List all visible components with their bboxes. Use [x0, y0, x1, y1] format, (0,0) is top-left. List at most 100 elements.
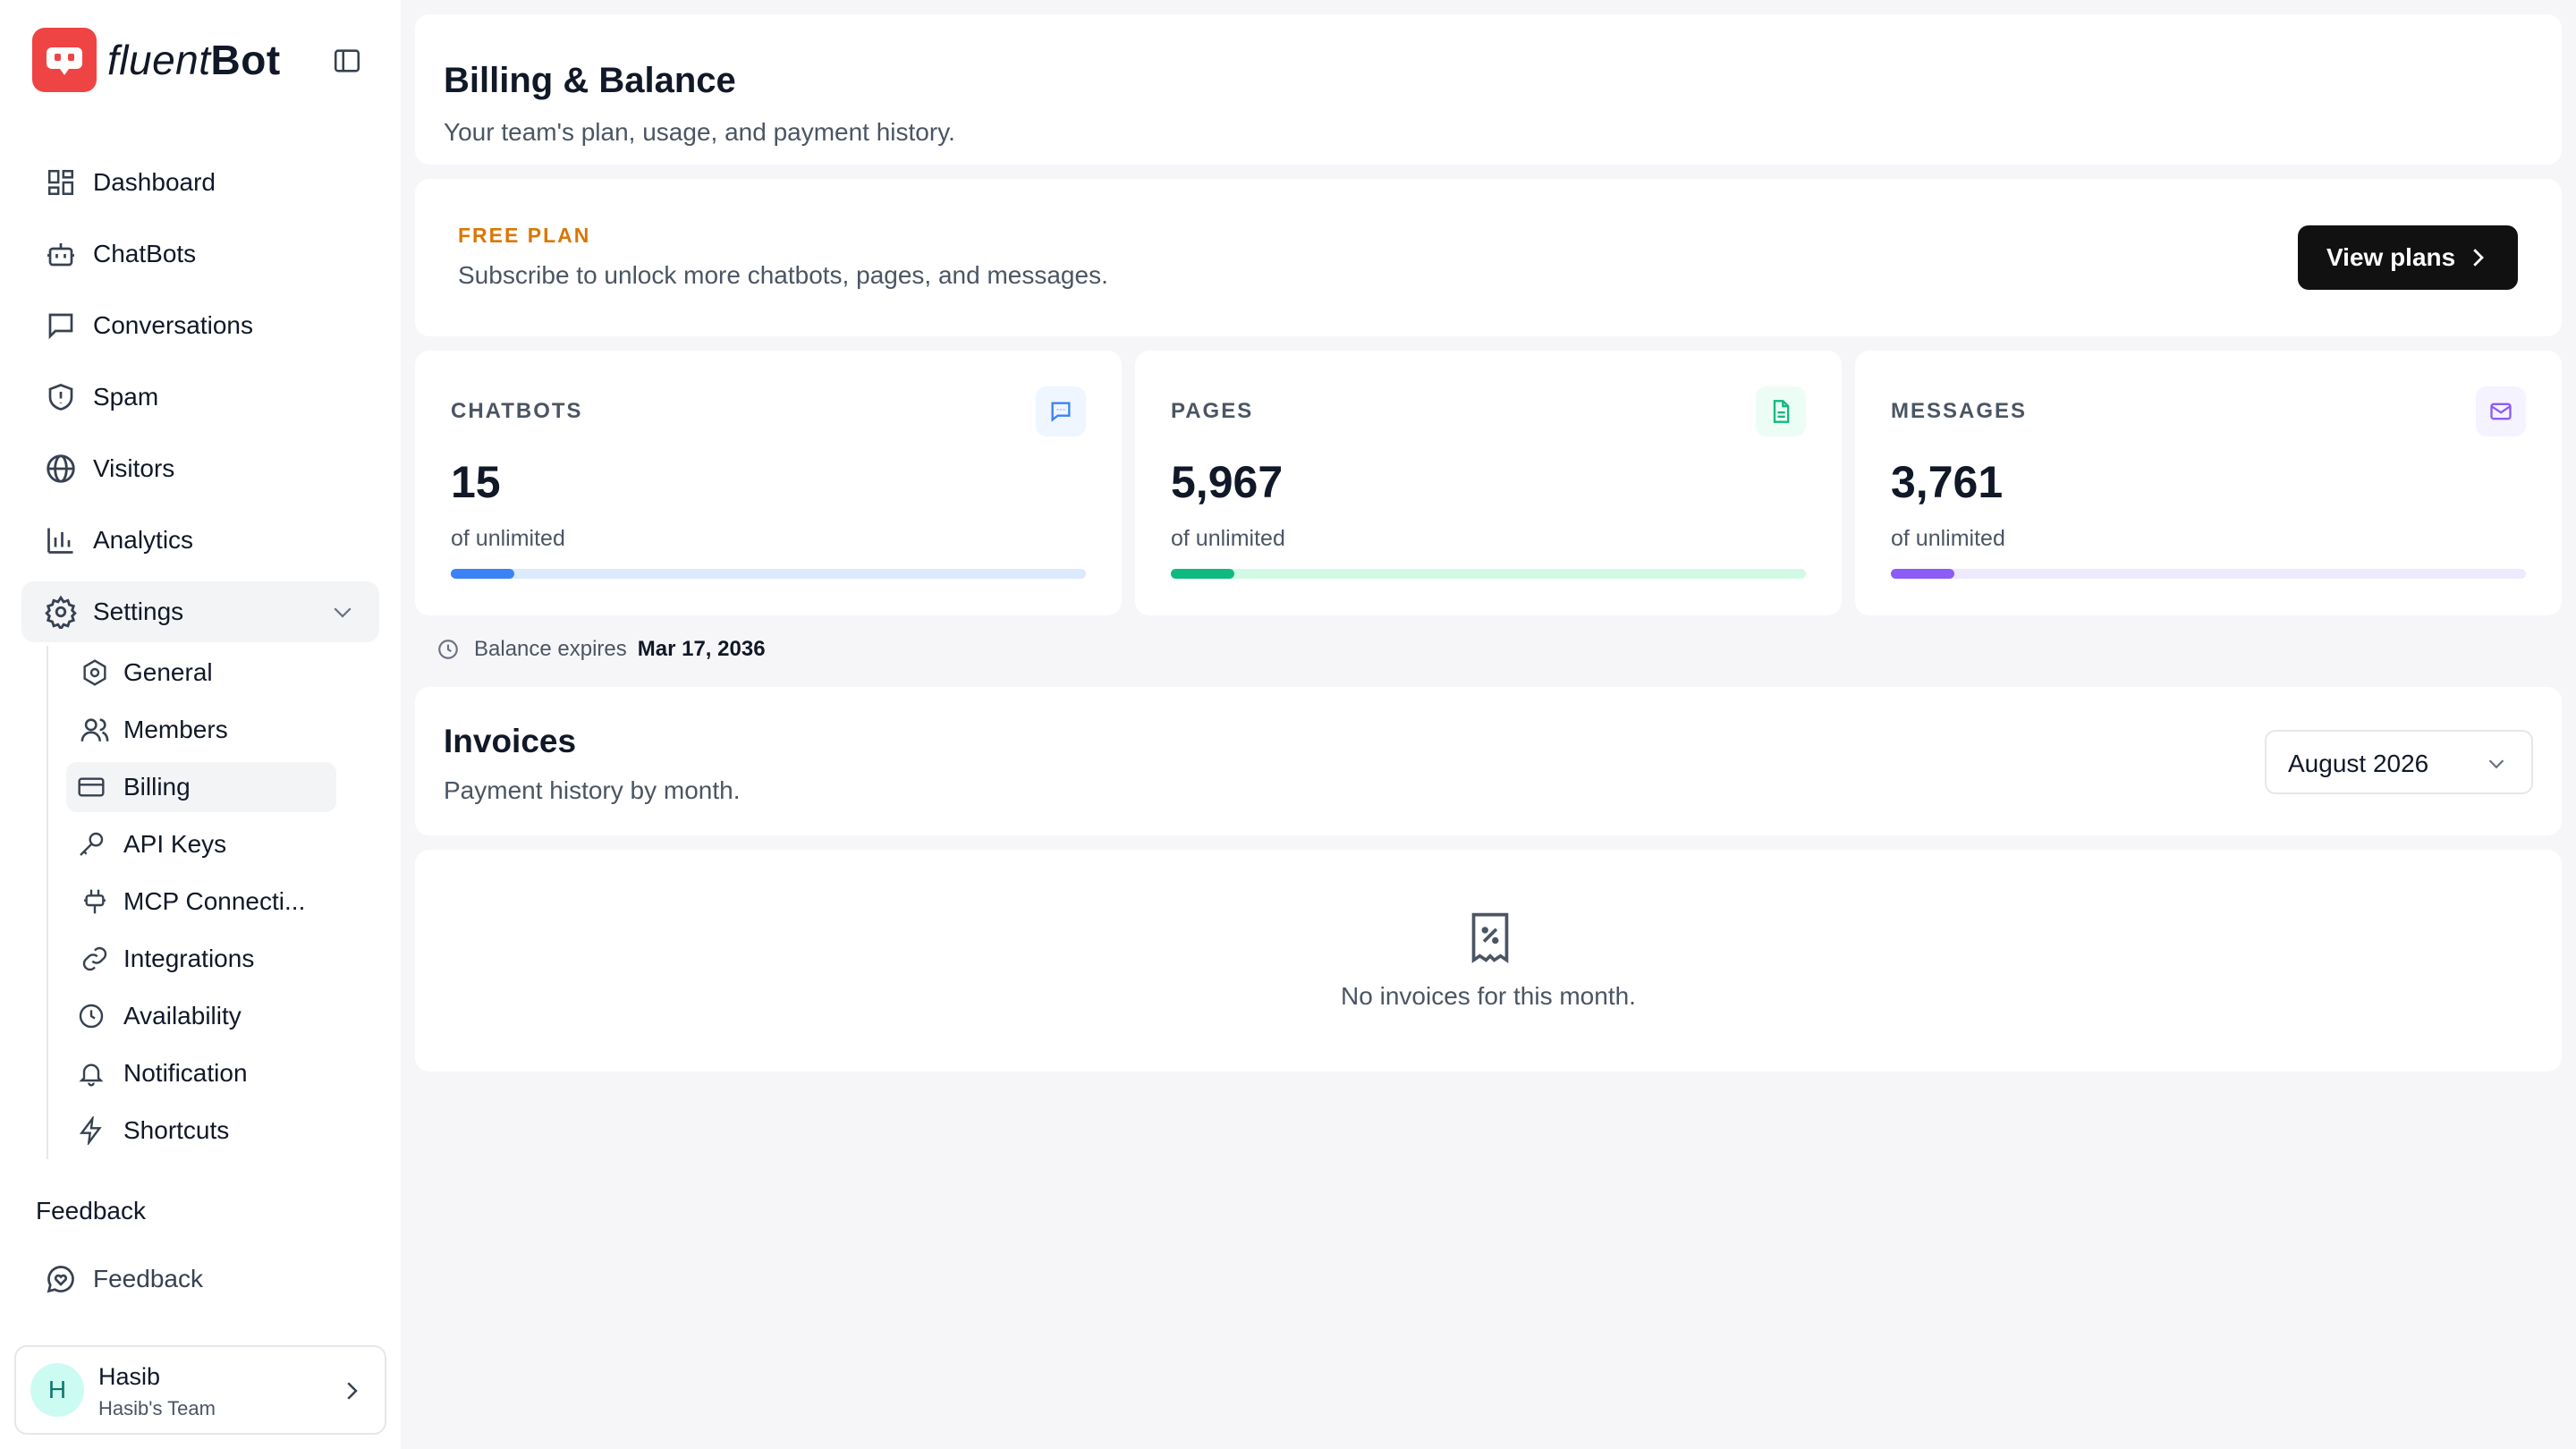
sidebar-item-label: Members — [123, 716, 228, 743]
hex-settings-icon — [79, 657, 111, 689]
plan-tag: FREE PLAN — [458, 224, 591, 247]
sidebar-item-label: Integrations — [123, 945, 255, 972]
nav-item-feedback[interactable]: Feedback — [21, 1249, 379, 1309]
sidebar-item-label: Availability — [123, 1002, 242, 1030]
sidebar-item-members[interactable]: Members — [66, 705, 336, 755]
nav-label: Analytics — [93, 526, 194, 554]
chat-bubble-icon — [43, 308, 79, 343]
stat-progress-track — [1891, 569, 2526, 579]
receipt-icon — [1465, 911, 1515, 964]
sidebar-item-availability[interactable]: Availability — [66, 991, 336, 1041]
nav-label: ChatBots — [93, 240, 197, 267]
settings-subnav-rail — [47, 646, 48, 1159]
sidebar-item-shortcuts[interactable]: Shortcuts — [66, 1106, 336, 1156]
feedback-section-title: Feedback — [36, 1197, 146, 1224]
nav-item-settings[interactable]: Settings — [21, 581, 379, 642]
gear-icon — [43, 594, 79, 630]
bell-icon — [75, 1057, 107, 1089]
stat-card-messages: MESSAGES 3,761 of unlimited — [1855, 351, 2562, 615]
view-plans-label: View plans — [2326, 243, 2456, 271]
brand-name-light: fluent — [107, 37, 211, 83]
sidebar-item-label: Billing — [123, 773, 191, 801]
stat-sub: of unlimited — [1171, 526, 1285, 551]
nav-item-conversations[interactable]: Conversations — [21, 295, 379, 356]
stat-label: MESSAGES — [1891, 399, 2028, 423]
balance-expiry-date: Mar 17, 2036 — [637, 637, 766, 661]
sidebar-item-mcp-connections[interactable]: MCP Connecti... — [66, 877, 336, 927]
stat-value: 3,761 — [1891, 457, 2004, 507]
clock-icon — [75, 1000, 107, 1032]
users-icon — [79, 714, 111, 746]
sidebar-item-api-keys[interactable]: API Keys — [66, 819, 336, 869]
sidebar-item-label: MCP Connecti... — [123, 887, 306, 915]
sidebar-item-integrations[interactable]: Integrations — [66, 934, 336, 984]
sidebar-item-label: Shortcuts — [123, 1116, 230, 1144]
nav-item-dashboard[interactable]: Dashboard — [21, 152, 379, 213]
stat-progress-fill — [1891, 569, 1954, 579]
avatar: H — [30, 1363, 84, 1417]
page-subtitle: Your team's plan, usage, and payment his… — [444, 118, 955, 146]
brand-name-bold: Bot — [210, 37, 281, 83]
page-header: Billing & Balance Your team's plan, usag… — [415, 14, 2562, 165]
chevron-down-icon — [329, 598, 356, 625]
bolt-icon — [75, 1114, 107, 1147]
month-select[interactable]: August 2026 — [2265, 730, 2533, 794]
invoices-title: Invoices — [444, 723, 577, 759]
nav-item-visitors[interactable]: Visitors — [21, 438, 379, 499]
balance-expiry: Balance expires Mar 17, 2036 — [436, 637, 766, 662]
stat-progress-fill — [451, 569, 514, 579]
empty-state-text: No invoices for this month. — [1341, 982, 1636, 1010]
sidebar-item-notification[interactable]: Notification — [66, 1048, 336, 1098]
sidebar-item-billing[interactable]: Billing — [66, 762, 336, 812]
sidebar: fluentBot Dashboard ChatBots Conversatio… — [0, 0, 401, 1449]
stat-progress-fill — [1171, 569, 1234, 579]
globe-icon — [43, 451, 79, 487]
brand-name: fluentBot — [107, 36, 281, 84]
page-title: Billing & Balance — [444, 61, 736, 100]
nav-item-spam[interactable]: Spam — [21, 367, 379, 428]
brand[interactable]: fluentBot — [32, 28, 281, 92]
view-plans-button[interactable]: View plans — [2298, 225, 2518, 290]
chevron-right-icon — [2464, 244, 2491, 271]
sidebar-item-label: General — [123, 658, 213, 686]
clock-icon — [436, 638, 460, 661]
dashboard-icon — [43, 165, 79, 200]
invoices-subtitle: Payment history by month. — [444, 776, 741, 804]
feedback-heart-icon — [43, 1261, 79, 1297]
invoices-header: Invoices Payment history by month. Augus… — [415, 687, 2562, 835]
nav-item-analytics[interactable]: Analytics — [21, 510, 379, 571]
nav-item-chatbots[interactable]: ChatBots — [21, 224, 379, 284]
nav-label: Dashboard — [93, 168, 216, 196]
nav-label: Spam — [93, 383, 159, 411]
credit-card-icon — [75, 771, 107, 803]
plan-banner: FREE PLAN Subscribe to unlock more chatb… — [415, 179, 2562, 336]
stat-card-chatbots: CHATBOTS 15 of unlimited — [415, 351, 1122, 615]
plug-icon — [79, 886, 111, 918]
sidebar-item-label: API Keys — [123, 830, 227, 858]
link-icon — [79, 943, 111, 975]
sidebar-item-general[interactable]: General — [66, 648, 336, 698]
stat-progress-track — [451, 569, 1086, 579]
month-select-value: August 2026 — [2288, 750, 2429, 777]
sidebar-item-label: Notification — [123, 1059, 248, 1087]
stat-sub: of unlimited — [451, 526, 565, 551]
shield-alert-icon — [43, 379, 79, 415]
nav-label: Conversations — [93, 311, 253, 339]
chevron-right-icon — [338, 1377, 365, 1404]
stat-label: PAGES — [1171, 399, 1254, 423]
bot-icon — [43, 236, 79, 272]
nav-label: Visitors — [93, 454, 175, 482]
key-icon — [75, 828, 107, 860]
user-team: Hasib's Team — [98, 1397, 216, 1419]
stat-value: 15 — [451, 457, 501, 507]
mail-icon — [2476, 386, 2526, 436]
user-account-switcher[interactable]: H Hasib Hasib's Team — [14, 1345, 386, 1435]
chevron-down-icon — [2483, 750, 2510, 777]
stat-card-pages: PAGES 5,967 of unlimited — [1135, 351, 1842, 615]
stat-progress-track — [1171, 569, 1806, 579]
user-name: Hasib — [98, 1363, 161, 1390]
stat-value: 5,967 — [1171, 457, 1284, 507]
balance-expiry-label: Balance expires — [474, 637, 627, 661]
sidebar-toggle-icon[interactable] — [331, 45, 363, 77]
document-icon — [1756, 386, 1806, 436]
